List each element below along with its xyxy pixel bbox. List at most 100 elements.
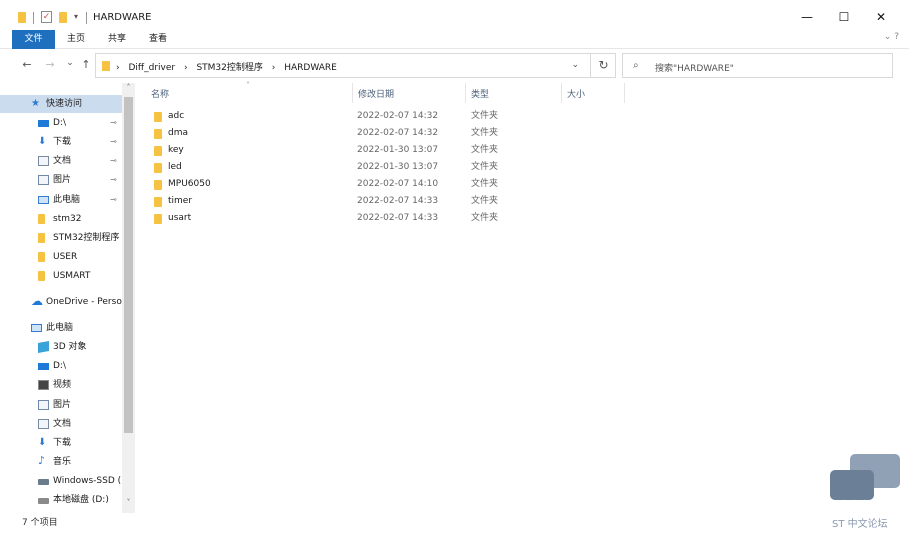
folder-icon [38, 233, 45, 243]
breadcrumb-diff-driver[interactable]: Diff_driver [128, 63, 175, 73]
column-divider[interactable] [561, 83, 562, 103]
sidebar-item[interactable]: 此电脑 ⊸ [0, 191, 122, 209]
sidebar-item-label: 音乐 [53, 457, 72, 467]
sidebar-item[interactable]: stm32 [0, 210, 122, 228]
sidebar-item[interactable]: STM32控制程序 [0, 229, 122, 247]
column-name[interactable]: 名称 [151, 87, 169, 100]
address-bar[interactable]: › Diff_driver › STM32控制程序 › HARDWARE ⌄ [95, 53, 616, 78]
column-size[interactable]: 大小 [567, 87, 585, 100]
breadcrumb-separator[interactable]: › [272, 63, 276, 73]
folder-icon [38, 271, 45, 281]
sidebar-item[interactable]: 文档 [0, 415, 122, 433]
tab-home[interactable]: 主页 [60, 30, 92, 49]
file-name: key [168, 145, 184, 155]
folder-icon [38, 214, 45, 224]
scroll-thumb[interactable] [124, 97, 133, 433]
forward-button[interactable]: → [42, 58, 58, 71]
sidebar-item[interactable]: 文档 ⊸ [0, 152, 122, 170]
search-icon: ⌕ [633, 60, 639, 71]
close-button[interactable]: ✕ [867, 5, 895, 29]
customize-toolbar-icon[interactable]: ▾ [74, 12, 78, 21]
sidebar-item-label: STM32控制程序 [53, 233, 120, 243]
file-date: 2022-02-07 14:33 [357, 196, 439, 206]
sidebar-item-label: 快速访问 [46, 99, 83, 109]
drive-icon [38, 363, 49, 370]
file-date: 2022-01-30 13:07 [357, 145, 439, 155]
column-date[interactable]: 修改日期 [358, 87, 394, 100]
list-item[interactable]: key 2022-01-30 13:07 文件夹 [145, 142, 525, 159]
window-title: HARDWARE [93, 12, 152, 23]
sidebar-item[interactable]: USER [0, 248, 122, 266]
list-item[interactable]: dma 2022-02-07 14:32 文件夹 [145, 125, 525, 142]
sidebar-item[interactable]: USMART [0, 267, 122, 285]
sidebar-scrollbar[interactable]: ˄ ˅ [122, 83, 135, 513]
file-type: 文件夹 [471, 179, 499, 189]
tab-view[interactable]: 查看 [142, 30, 174, 49]
sidebar-item[interactable]: ⬇ 下载 ⊸ [0, 133, 122, 151]
column-divider[interactable] [624, 83, 625, 103]
list-item[interactable]: led 2022-01-30 13:07 文件夹 [145, 159, 525, 176]
video-icon [38, 380, 49, 390]
file-name: timer [168, 196, 193, 206]
sort-ascending-icon: ˄ [246, 81, 250, 90]
sidebar-item-label: 此电脑 [53, 195, 81, 205]
column-type[interactable]: 类型 [471, 87, 489, 100]
tab-share[interactable]: 共享 [101, 30, 133, 49]
list-item[interactable]: timer 2022-02-07 14:33 文件夹 [145, 193, 525, 210]
column-divider[interactable] [465, 83, 466, 103]
chevron-down-icon[interactable]: ⌄ [571, 60, 579, 70]
refresh-button[interactable]: ↻ [590, 53, 616, 78]
tab-file[interactable]: 文件 [12, 30, 55, 49]
sidebar-item[interactable]: ☁ OneDrive - Perso [0, 293, 122, 311]
folder-icon [154, 214, 162, 224]
folder-icon [154, 146, 162, 156]
computer-icon [38, 196, 49, 204]
sidebar-item[interactable]: D:\ ⊸ [0, 114, 122, 132]
minimize-button[interactable]: — [793, 5, 821, 29]
search-input[interactable]: ⌕ 搜索"HARDWARE" [622, 53, 893, 78]
computer-icon [31, 324, 42, 332]
properties-icon[interactable]: ✓ [41, 11, 52, 23]
breadcrumb-separator[interactable]: › [116, 63, 120, 73]
sidebar-item[interactable]: 视频 [0, 376, 122, 394]
document-icon [38, 156, 49, 166]
music-icon: ♪ [38, 454, 46, 467]
sidebar-item[interactable]: 此电脑 [0, 319, 122, 337]
back-button[interactable]: ← [19, 58, 35, 71]
star-icon: ★ [31, 98, 40, 109]
download-icon: ⬇ [38, 437, 47, 448]
list-item[interactable]: usart 2022-02-07 14:33 文件夹 [145, 210, 525, 227]
sidebar-item[interactable]: 图片 [0, 396, 122, 414]
sidebar-item[interactable]: Windows-SSD ( [0, 472, 122, 490]
file-name: adc [168, 111, 185, 121]
sidebar-item-label: 图片 [53, 400, 72, 410]
scroll-down-icon[interactable]: ˅ [122, 498, 135, 507]
recent-locations-button[interactable]: ⌄ [62, 58, 78, 68]
sidebar-item[interactable]: 图片 ⊸ [0, 171, 122, 189]
sidebar-item-label: OneDrive - Perso [46, 297, 122, 307]
maximize-button[interactable]: ☐ [830, 5, 858, 29]
up-button[interactable]: ↑ [78, 58, 94, 71]
breadcrumb-stm32[interactable]: STM32控制程序 [196, 63, 262, 73]
folder-icon [154, 129, 162, 139]
help-icon[interactable]: ⌄ ? [884, 32, 899, 42]
sidebar-item[interactable]: 本地磁盘 (D:) [0, 491, 122, 509]
sidebar-item-label: 视频 [53, 380, 72, 390]
sidebar-item[interactable]: ★ 快速访问 [0, 95, 122, 113]
title-bar: ✓ ▾ HARDWARE — ☐ ✕ [0, 0, 909, 30]
column-divider[interactable] [352, 83, 353, 103]
file-name: usart [168, 213, 192, 223]
new-folder-icon[interactable] [59, 12, 67, 23]
list-item[interactable]: MPU6050 2022-02-07 14:10 文件夹 [145, 176, 525, 193]
sidebar-item[interactable]: 3D 对象 [0, 338, 122, 356]
scroll-up-icon[interactable]: ˄ [122, 83, 135, 92]
file-name: MPU6050 [168, 179, 211, 189]
list-item[interactable]: adc 2022-02-07 14:32 文件夹 [145, 108, 525, 125]
breadcrumb-separator[interactable]: › [184, 63, 188, 73]
breadcrumb-hardware[interactable]: HARDWARE [284, 63, 337, 73]
sidebar-item[interactable]: ⬇ 下载 [0, 434, 122, 452]
sidebar-item[interactable]: D:\ [0, 357, 122, 375]
document-icon [38, 419, 49, 429]
sidebar-item[interactable]: ♪ 音乐 [0, 453, 122, 471]
sidebar-item-label: USMART [53, 271, 91, 281]
